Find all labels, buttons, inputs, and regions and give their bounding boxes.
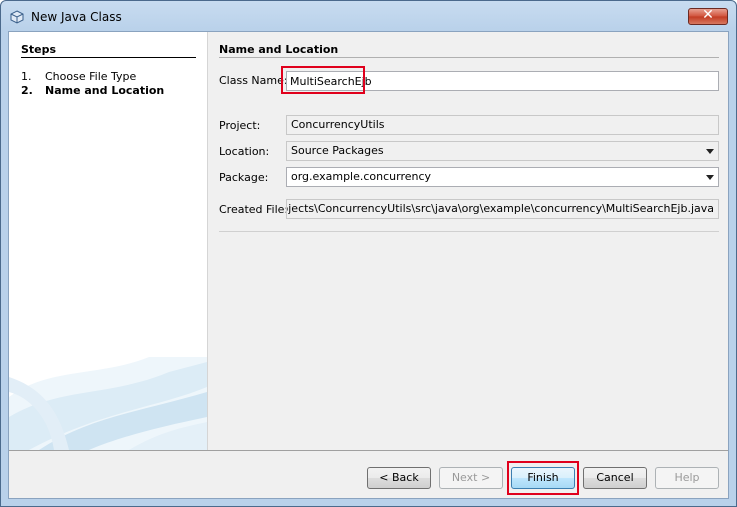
created-file-field: Beans\Projects\ConcurrencyUtils\src\java… [286,199,719,219]
button-bar-divider [9,450,728,451]
step-label: Name and Location [45,84,165,97]
close-icon: ✕ [702,7,714,23]
dialog-window: New Java Class ✕ Steps 1. Choose File Ty… [0,0,737,507]
back-button[interactable]: < Back [367,467,431,489]
created-file-label: Created File: [219,203,289,216]
location-value: Source Packages [291,144,384,157]
dialog-client: Steps 1. Choose File Type 2. Name and Lo… [8,31,729,499]
steps-divider [21,57,196,58]
project-label: Project: [219,119,261,132]
location-label: Location: [219,145,270,158]
chevron-down-icon [706,175,714,180]
help-button[interactable]: Help [655,467,719,489]
step-number: 1. [21,70,32,83]
package-value: org.example.concurrency [291,170,432,183]
step-number: 2. [21,84,33,97]
package-label: Package: [219,171,269,184]
class-name-field[interactable] [286,71,719,91]
finish-button[interactable]: Finish [511,467,575,489]
class-name-label: Class Name: [219,74,288,87]
panel-title: Name and Location [219,43,339,56]
steps-title: Steps [21,43,57,56]
form-divider [219,231,719,232]
window-title: New Java Class [31,10,122,24]
project-field: ConcurrencyUtils [286,115,719,135]
cancel-button[interactable]: Cancel [583,467,647,489]
steps-panel: Steps 1. Choose File Type 2. Name and Lo… [9,32,208,450]
decorative-wave-art [9,357,207,450]
java-cube-icon [10,10,24,24]
title-bar[interactable]: New Java Class ✕ [1,1,736,31]
panel-divider [219,57,719,58]
created-file-value: Beans\Projects\ConcurrencyUtils\src\java… [287,202,714,215]
chevron-down-icon [706,149,714,154]
step-label: Choose File Type [45,70,137,83]
class-name-input[interactable] [287,72,718,90]
location-dropdown[interactable]: Source Packages [286,141,719,161]
next-button[interactable]: Next > [439,467,503,489]
package-combobox[interactable]: org.example.concurrency [286,167,719,187]
close-button[interactable]: ✕ [688,7,728,25]
